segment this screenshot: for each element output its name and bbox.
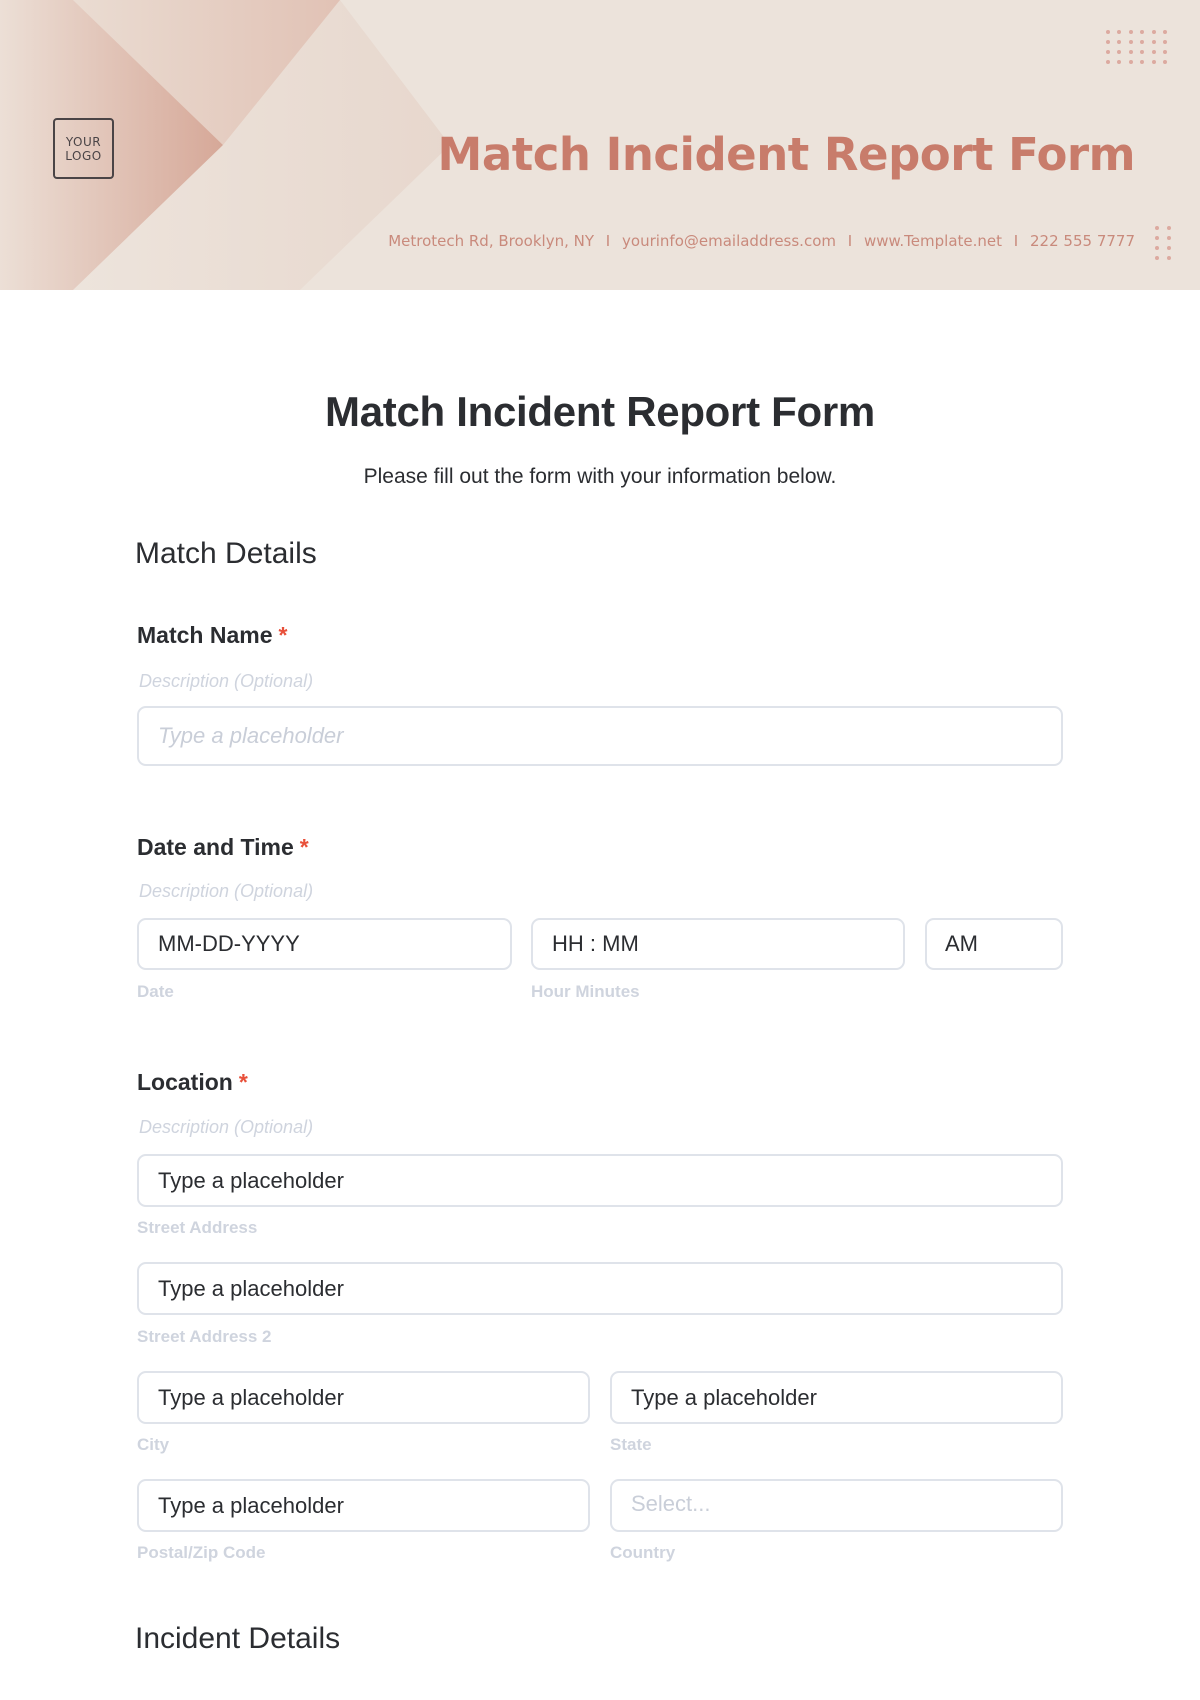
form-subtitle: Please fill out the form with your infor…	[363, 465, 837, 488]
header-contact-line: Metrotech Rd, Brooklyn, NY I yourinfo@em…	[388, 232, 1135, 250]
contact-separator: I	[1013, 232, 1019, 250]
required-asterisk: *	[238, 1069, 248, 1095]
time-input[interactable]: HH : MM	[531, 918, 905, 970]
date-time-label: Date and Time *	[137, 834, 309, 861]
logo-text-line1: YOUR	[65, 134, 102, 149]
section-heading-match-details: Match Details	[135, 537, 317, 570]
logo-placeholder: YOUR LOGO	[53, 118, 114, 179]
contact-email: yourinfo@emailaddress.com	[622, 232, 836, 250]
zip-code-input[interactable]: Type a placeholder	[137, 1479, 590, 1532]
form-title: Match Incident Report Form	[325, 388, 875, 435]
zip-code-sublabel: Postal/Zip Code	[137, 1543, 266, 1562]
street-address-2-sublabel: Street Address 2	[137, 1327, 272, 1346]
city-input[interactable]: Type a placeholder	[137, 1371, 590, 1424]
city-sublabel: City	[137, 1435, 170, 1454]
time-sublabel: Hour Minutes	[531, 982, 640, 1001]
contact-address: Metrotech Rd, Brooklyn, NY	[388, 232, 595, 250]
match-name-label-text: Match Name	[137, 622, 273, 648]
logo-text-line2: LOGO	[65, 148, 102, 163]
city-value: Type a placeholder	[158, 1384, 344, 1410]
country-sublabel: Country	[610, 1543, 676, 1562]
header-title: Match Incident Report Form	[437, 128, 1136, 181]
state-input[interactable]: Type a placeholder	[610, 1371, 1063, 1424]
match-name-label: Match Name *	[137, 622, 287, 649]
match-name-input[interactable]: Type a placeholder	[137, 706, 1063, 766]
dot-grid-decoration	[1106, 30, 1167, 64]
contact-separator: I	[847, 232, 853, 250]
required-asterisk: *	[278, 622, 288, 648]
ampm-value: AM	[945, 931, 978, 956]
contact-separator: I	[605, 232, 611, 250]
street-address-2-input[interactable]: Type a placeholder	[137, 1262, 1063, 1315]
date-time-label-text: Date and Time	[137, 834, 294, 860]
zip-code-value: Type a placeholder	[158, 1492, 344, 1518]
contact-website: www.Template.net	[863, 232, 1003, 250]
street-address-sublabel: Street Address	[137, 1218, 258, 1237]
required-asterisk: *	[299, 834, 309, 860]
country-placeholder: Select...	[631, 1491, 711, 1516]
date-input[interactable]: MM-DD-YYYY	[137, 918, 512, 970]
match-name-placeholder: Type a placeholder	[158, 723, 344, 748]
street-address-input[interactable]: Type a placeholder	[137, 1154, 1063, 1207]
time-input-value: HH : MM	[552, 931, 639, 956]
location-label-text: Location	[137, 1069, 233, 1095]
country-select[interactable]: Select...	[610, 1479, 1063, 1532]
state-value: Type a placeholder	[631, 1384, 817, 1410]
street-address-2-value: Type a placeholder	[158, 1275, 344, 1301]
header-banner: YOUR LOGO Match Incident Report Form Met…	[0, 0, 1200, 290]
date-input-value: MM-DD-YYYY	[158, 931, 300, 956]
ampm-select[interactable]: AM	[925, 918, 1063, 970]
state-sublabel: State	[610, 1435, 652, 1454]
contact-phone: 222 555 7777	[1030, 232, 1135, 250]
date-time-description: Description (Optional)	[139, 881, 314, 901]
date-sublabel: Date	[137, 982, 174, 1001]
location-description: Description (Optional)	[139, 1117, 314, 1137]
dot-column-decoration	[1155, 226, 1171, 260]
street-address-value: Type a placeholder	[158, 1167, 344, 1193]
location-label: Location *	[137, 1069, 248, 1096]
section-heading-incident-details: Incident Details	[135, 1622, 341, 1655]
match-name-description: Description (Optional)	[139, 671, 314, 691]
